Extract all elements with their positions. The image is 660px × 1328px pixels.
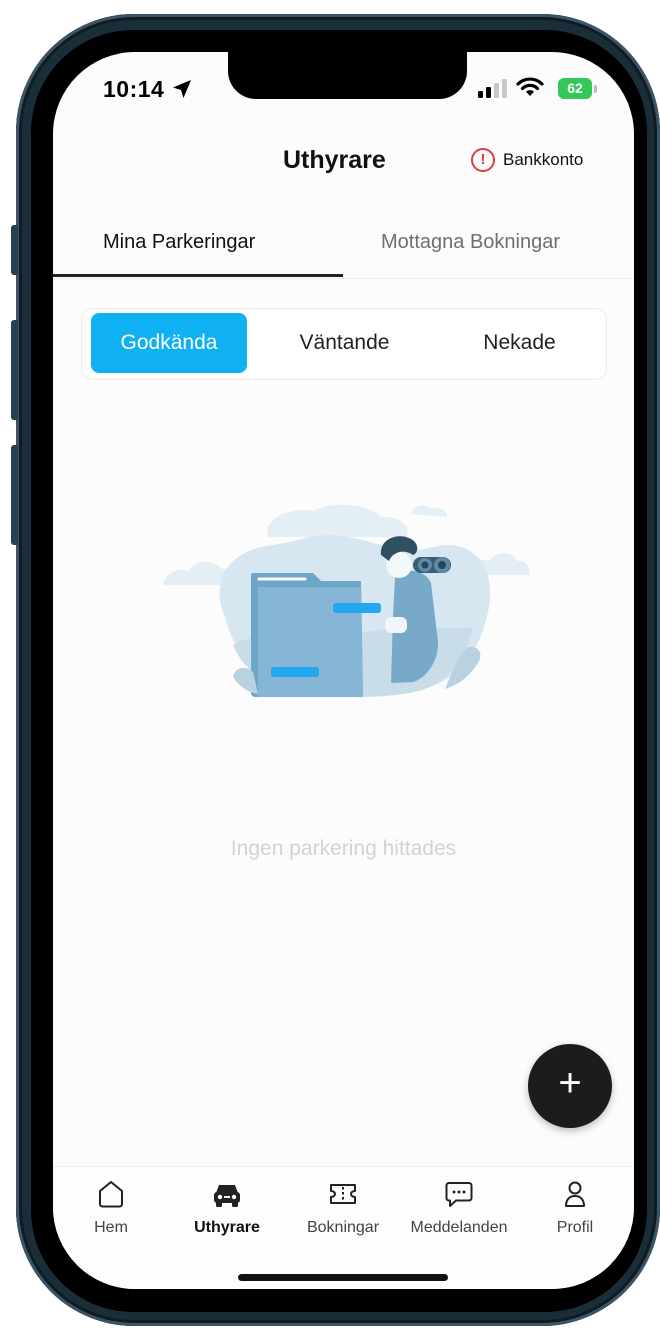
wifi-icon bbox=[516, 77, 544, 96]
status-indicators: 62 bbox=[478, 76, 598, 102]
nav-item-meddelanden[interactable]: Meddelanden bbox=[401, 1177, 517, 1237]
empty-state-illustration bbox=[163, 504, 530, 697]
notch bbox=[228, 52, 467, 99]
filter-vantande[interactable]: Väntande bbox=[267, 313, 422, 373]
nav-item-hem[interactable]: Hem bbox=[53, 1177, 169, 1237]
tab-mottagna-bokningar[interactable]: Mottagna Bokningar bbox=[381, 220, 560, 278]
nav-label: Bokningar bbox=[306, 1219, 380, 1236]
nav-label: Profil bbox=[556, 1219, 594, 1236]
top-tabs: Mina Parkeringar Mottagna Bokningar bbox=[53, 220, 634, 279]
location-arrow-icon bbox=[173, 80, 191, 98]
page-title: Uthyrare bbox=[283, 146, 386, 174]
profile-icon bbox=[565, 1181, 585, 1207]
ticket-icon bbox=[330, 1184, 356, 1204]
volume-down-button bbox=[11, 445, 18, 545]
bottom-navigation: Hem Uthyrare Bokningar Meddelanden Profi… bbox=[53, 1166, 634, 1289]
volume-up-button bbox=[11, 320, 18, 420]
filter-nekade[interactable]: Nekade bbox=[442, 313, 597, 373]
filter-godkanda[interactable]: Godkända bbox=[91, 313, 247, 373]
screen: 10:14 62 Uthyrare ! Bankkonto Mina Parke… bbox=[53, 52, 634, 1289]
silent-switch bbox=[11, 225, 18, 275]
home-indicator[interactable] bbox=[238, 1274, 448, 1281]
plus-icon: + bbox=[558, 1061, 582, 1105]
bank-account-button[interactable]: ! Bankkonto bbox=[471, 146, 583, 174]
nav-label: Hem bbox=[94, 1219, 128, 1236]
battery-icon: 62 bbox=[558, 78, 592, 99]
car-icon bbox=[214, 1185, 240, 1207]
page: 10:14 62 Uthyrare ! Bankkonto Mina Parke… bbox=[0, 0, 660, 1328]
alert-icon: ! bbox=[471, 148, 495, 172]
nav-label: Meddelanden bbox=[410, 1219, 508, 1236]
home-icon bbox=[99, 1181, 123, 1208]
nav-item-profil[interactable]: Profil bbox=[517, 1177, 633, 1237]
battery-nub bbox=[594, 85, 597, 93]
signal-icon bbox=[478, 79, 507, 98]
status-time: 10:14 bbox=[103, 76, 165, 102]
status-filter: Godkända Väntande Nekade bbox=[81, 308, 607, 380]
nav-item-bokningar[interactable]: Bokningar bbox=[285, 1177, 401, 1237]
nav-item-uthyrare[interactable]: Uthyrare bbox=[169, 1177, 285, 1237]
bank-account-label: Bankkonto bbox=[503, 150, 584, 169]
empty-state-message: Ingen parkering hittades bbox=[230, 837, 457, 860]
active-tab-indicator bbox=[53, 274, 343, 277]
chat-icon bbox=[445, 1182, 473, 1207]
add-parking-button[interactable]: + bbox=[528, 1044, 612, 1128]
tab-mina-parkeringar[interactable]: Mina Parkeringar bbox=[103, 220, 255, 278]
nav-label: Uthyrare bbox=[194, 1219, 260, 1236]
